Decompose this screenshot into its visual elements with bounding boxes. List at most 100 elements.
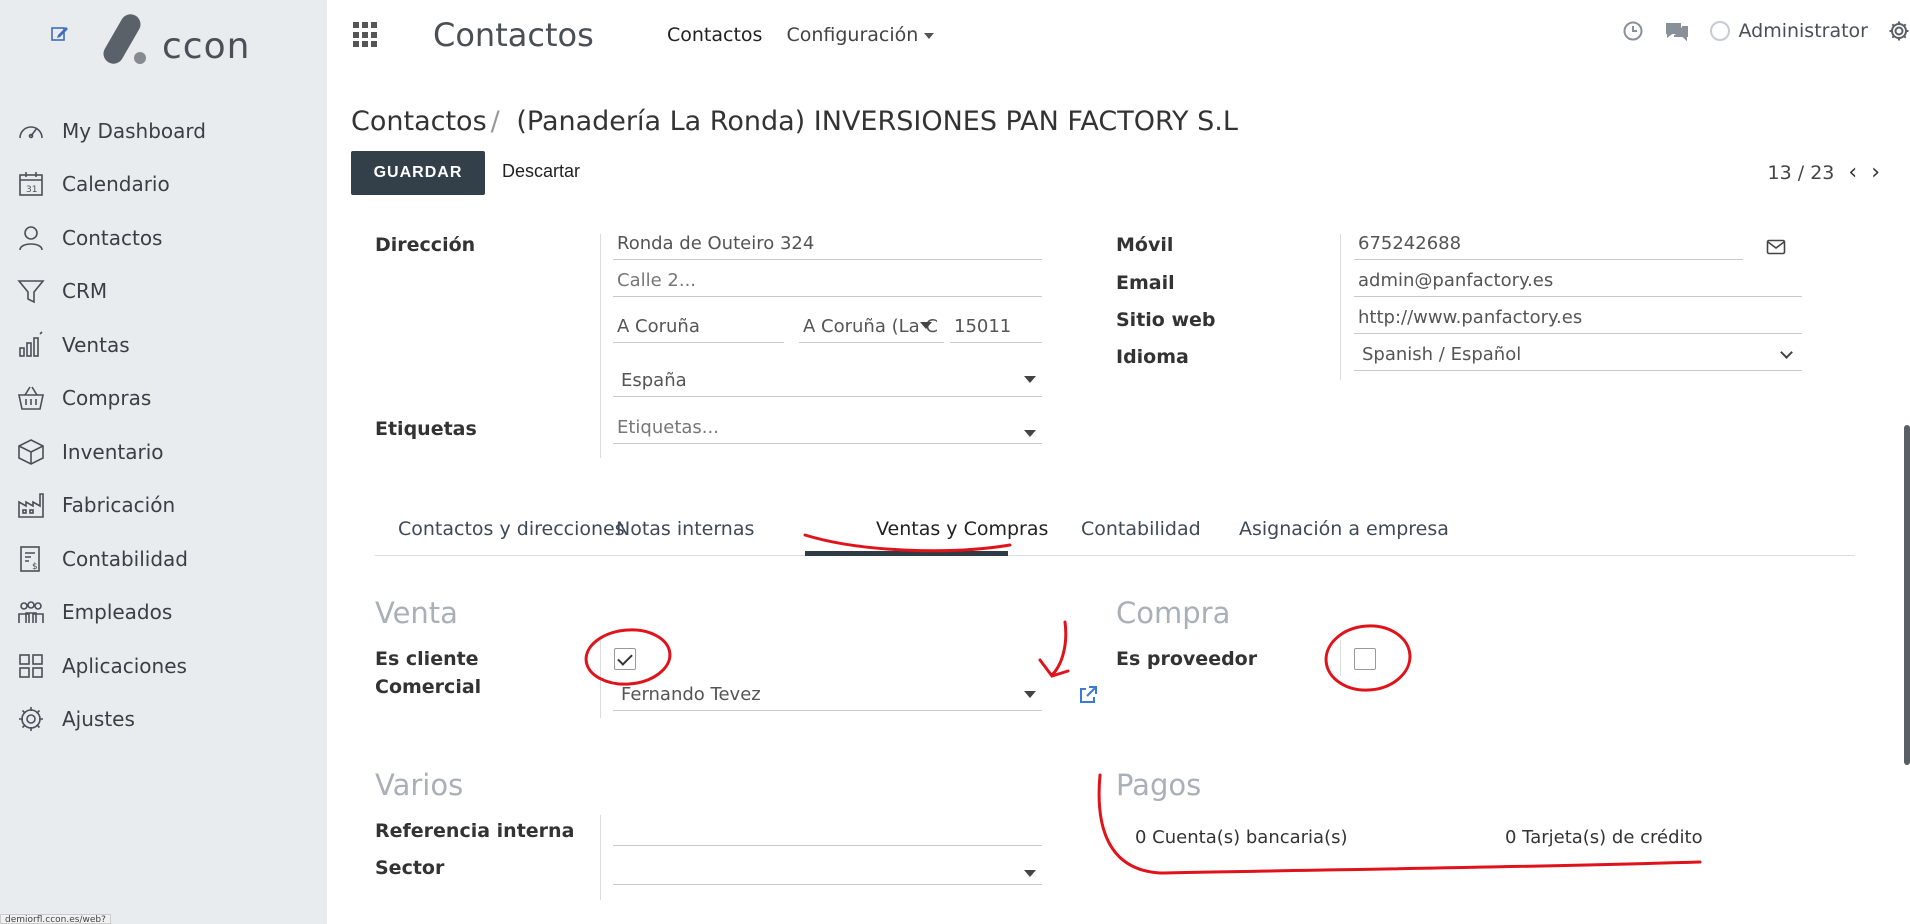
comercial-field[interactable]: Fernando Tevez	[613, 681, 1042, 711]
caret-down-icon	[924, 32, 935, 39]
tags-dropdown-icon[interactable]	[1024, 430, 1036, 437]
sidebar-item-label: Ventas	[62, 332, 130, 357]
breadcrumb-root[interactable]: Contactos	[351, 106, 487, 137]
apps-icon	[19, 653, 43, 678]
sector-label: Sector	[375, 857, 445, 879]
sidebar-item-label: Aplicaciones	[62, 653, 187, 678]
user-icon	[19, 225, 43, 250]
tab-contactos-direcciones[interactable]: Contactos y direcciones	[398, 518, 625, 540]
sidebar-item-compras[interactable]: Compras	[0, 372, 327, 426]
country-dropdown-icon[interactable]	[1024, 376, 1036, 383]
calendar-icon: 31	[19, 172, 43, 197]
ref-interna-label: Referencia interna	[375, 820, 575, 842]
control-panel: Contactos / (Panadería La Ronda) INVERSIO…	[327, 72, 1910, 230]
city-field[interactable]: A Coruña	[613, 313, 784, 343]
chevron-left-icon[interactable]: ‹	[1848, 160, 1857, 185]
tags-field[interactable]: Etiquetas...	[613, 414, 1042, 444]
chevron-right-icon[interactable]: ›	[1871, 160, 1880, 185]
tags-label: Etiquetas	[375, 418, 477, 440]
sidebar-item-label: Calendario	[62, 172, 170, 197]
sector-dropdown-icon[interactable]	[1024, 870, 1036, 877]
envelope-icon[interactable]	[1766, 239, 1786, 255]
pager: 13 / 23 ‹ ›	[1768, 160, 1880, 185]
contact-form: Dirección Ronda de Outeiro 324 Calle 2..…	[327, 230, 1910, 924]
divider	[600, 234, 601, 458]
user-menu[interactable]: Administrator	[1710, 20, 1868, 42]
logo-text: ccon	[162, 26, 251, 67]
discard-button[interactable]: Descartar	[502, 161, 580, 182]
top-menu: Contactos Configuración	[667, 24, 935, 46]
tab-ventas-compras[interactable]: Ventas y Compras	[876, 518, 1048, 540]
avatar	[1710, 21, 1731, 41]
logo[interactable]: ccon	[96, 8, 250, 67]
sidebar-item-label: Ajustes	[62, 707, 135, 732]
people-icon	[18, 601, 44, 624]
ref-interna-field[interactable]	[613, 816, 1042, 846]
pager-value[interactable]: 13 / 23	[1768, 162, 1835, 184]
email-field[interactable]: admin@panfactory.es	[1354, 267, 1802, 297]
sidebar-item-crm[interactable]: CRM	[0, 265, 327, 319]
sidebar-item-label: CRM	[62, 279, 108, 304]
sidebar-item-aplicaciones[interactable]: Aplicaciones	[0, 639, 327, 693]
country-field[interactable]: España	[613, 367, 1042, 397]
divider	[600, 815, 601, 900]
scrollbar-thumb[interactable]	[1904, 425, 1910, 765]
save-button[interactable]: GUARDAR	[351, 151, 485, 195]
street2-field[interactable]: Calle 2...	[613, 267, 1042, 297]
gear-icon	[19, 707, 43, 732]
sidebar-item-ajustes[interactable]: Ajustes	[0, 693, 327, 747]
section-varios-title: Varios	[375, 768, 464, 802]
top-bar: Contactos Contactos Configuración Admini…	[327, 0, 1910, 72]
menu-contactos[interactable]: Contactos	[667, 24, 762, 46]
sidebar: ccon My Dashboard 31 Calendario Contacto…	[0, 0, 327, 924]
gauge-icon	[19, 126, 43, 139]
sidebar-item-calendario[interactable]: 31 Calendario	[0, 158, 327, 212]
sidebar-item-dashboard[interactable]: My Dashboard	[0, 104, 327, 158]
mobile-field[interactable]: 675242688	[1354, 230, 1743, 260]
external-link-icon[interactable]	[1078, 685, 1098, 705]
svg-text:$: $	[32, 562, 38, 572]
status-url: demiorfl.ccon.es/web?	[0, 914, 111, 924]
sidebar-item-empleados[interactable]: Empleados	[0, 586, 327, 640]
top-right-actions: Administrator	[1622, 20, 1910, 42]
sidebar-item-label: Fabricación	[62, 493, 176, 518]
bank-accounts-button[interactable]: 0 Cuenta(s) bancaria(s)	[1135, 827, 1348, 848]
breadcrumb-separator: /	[490, 106, 500, 137]
active-tab-indicator	[805, 551, 1008, 556]
address-label: Dirección	[375, 234, 476, 256]
sidebar-item-label: Compras	[62, 386, 152, 411]
sidebar-item-fabricacion[interactable]: Fabricación	[0, 479, 327, 533]
credit-cards-button[interactable]: 0 Tarjeta(s) de crédito	[1505, 827, 1703, 848]
sector-field[interactable]	[613, 855, 1042, 885]
es-proveedor-checkbox[interactable]	[1354, 648, 1376, 670]
notebook-tabs: Contactos y direcciones Notas internas V…	[375, 500, 1855, 556]
language-select[interactable]: Spanish / Español	[1354, 341, 1802, 371]
comercial-label: Comercial	[375, 676, 482, 698]
state-dropdown-icon[interactable]	[920, 322, 932, 329]
language-label: Idioma	[1116, 346, 1189, 368]
website-field[interactable]: http://www.panfactory.es	[1354, 304, 1802, 334]
clock-icon[interactable]	[1622, 20, 1644, 42]
tab-asignacion-empresa[interactable]: Asignación a empresa	[1239, 518, 1449, 540]
chat-icon[interactable]	[1664, 20, 1690, 42]
app-title: Contactos	[433, 16, 594, 54]
app-menu-grid-icon[interactable]	[353, 22, 379, 48]
zip-field[interactable]: 15011	[950, 313, 1042, 343]
sidebar-item-inventario[interactable]: Inventario	[0, 425, 327, 479]
edit-icon[interactable]	[50, 24, 70, 44]
es-cliente-checkbox[interactable]	[614, 648, 636, 670]
section-pagos-title: Pagos	[1116, 768, 1202, 802]
divider	[1340, 640, 1341, 676]
sidebar-item-ventas[interactable]: Ventas	[0, 318, 327, 372]
menu-configuracion[interactable]: Configuración	[786, 24, 935, 46]
settings-gear-icon[interactable]	[1888, 20, 1910, 42]
sidebar-item-label: Contabilidad	[62, 546, 188, 571]
sidebar-item-contabilidad[interactable]: $ Contabilidad	[0, 532, 327, 586]
street-field[interactable]: Ronda de Outeiro 324	[613, 230, 1042, 260]
es-proveedor-label: Es proveedor	[1116, 648, 1258, 670]
tab-contabilidad[interactable]: Contabilidad	[1081, 518, 1201, 540]
comercial-dropdown-icon[interactable]	[1024, 691, 1036, 698]
sidebar-item-contactos[interactable]: Contactos	[0, 211, 327, 265]
tab-notas-internas[interactable]: Notas internas	[616, 518, 754, 540]
sidebar-item-label: Contactos	[62, 225, 163, 250]
